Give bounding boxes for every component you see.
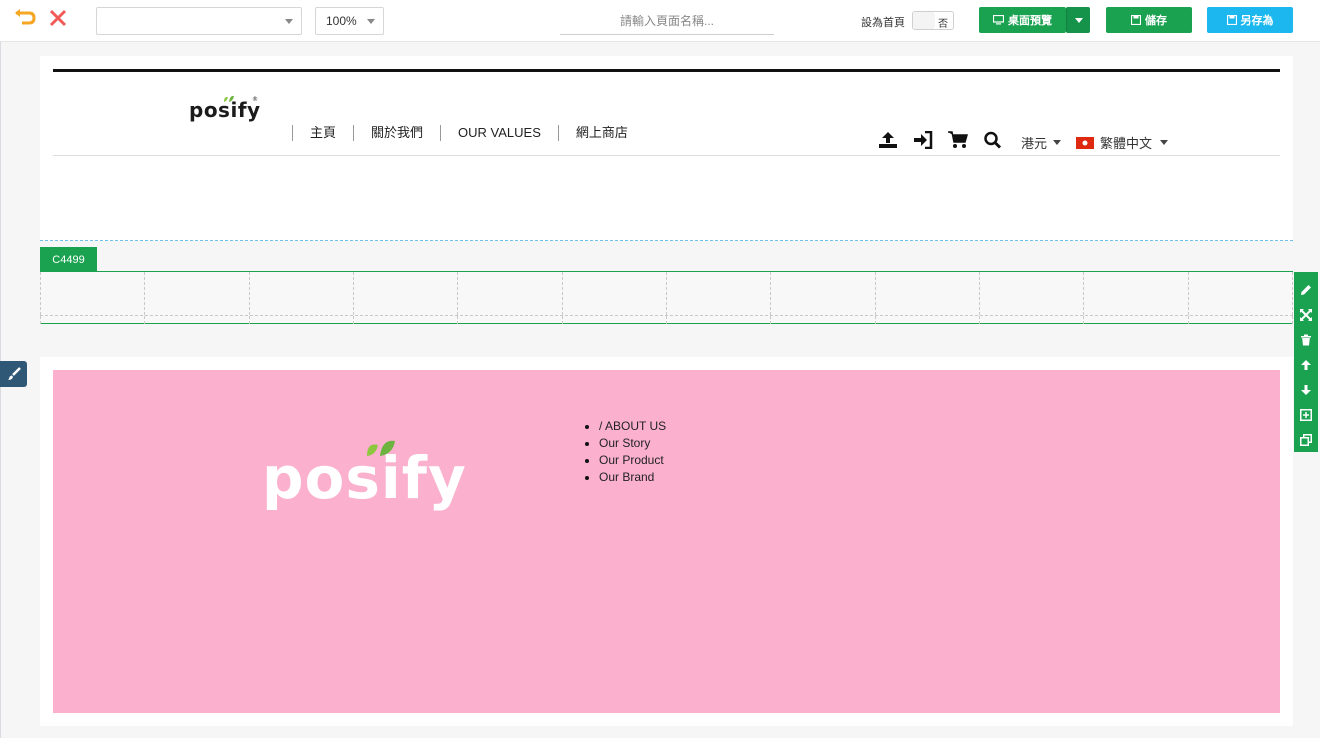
grid-column-tail: [354, 316, 459, 324]
zoom-value: 100%: [326, 14, 357, 28]
grid-column-tail: [145, 316, 250, 324]
grid-column[interactable]: [876, 272, 980, 315]
section-boundary: [40, 240, 1293, 241]
currency-select[interactable]: 港元: [1021, 133, 1062, 152]
footer-link-product[interactable]: Our Product: [585, 452, 666, 469]
row-columns-tail: [40, 316, 1293, 324]
sign-in-icon[interactable]: [912, 129, 934, 151]
undo-icon[interactable]: [13, 6, 37, 30]
currency-label: 港元: [1021, 136, 1048, 151]
nav-item-home[interactable]: 主頁: [292, 125, 353, 141]
footer-link-about[interactable]: / ABOUT US: [585, 418, 666, 435]
registered-mark: ®: [252, 96, 259, 103]
leaf-icon: [367, 440, 395, 456]
grid-column-tail: [563, 316, 667, 324]
nav-item-values[interactable]: OUR VALUES: [440, 125, 558, 141]
trash-icon[interactable]: [1296, 327, 1316, 352]
save-icon: [1131, 15, 1141, 25]
footer-links: / ABOUT US Our Story Our Product Our Bra…: [585, 418, 666, 486]
cart-icon[interactable]: [947, 129, 969, 151]
set-home-toggle[interactable]: 否: [912, 11, 954, 30]
save-as-label: 另存為: [1240, 15, 1274, 27]
paint-brush-icon[interactable]: [0, 361, 27, 387]
grid-column-tail: [771, 316, 876, 324]
preview-dropdown-button[interactable]: [1066, 7, 1090, 33]
monitor-icon: [993, 15, 1004, 25]
toggle-knob: [914, 13, 934, 28]
desktop-preview-button[interactable]: 桌面預覽: [979, 7, 1066, 33]
grid-column[interactable]: [1084, 272, 1189, 315]
grid-column-tail: [1084, 316, 1189, 324]
toggle-text: 否: [938, 19, 948, 30]
zoom-select[interactable]: 100%: [315, 7, 384, 35]
arrow-up-icon[interactable]: [1296, 352, 1316, 377]
arrow-down-icon[interactable]: [1296, 377, 1316, 402]
grid-column[interactable]: [458, 272, 563, 315]
row-columns: [40, 272, 1293, 316]
save-as-button[interactable]: 另存為: [1207, 7, 1293, 33]
close-icon[interactable]: [46, 6, 70, 30]
footer-link-brand[interactable]: Our Brand: [585, 469, 666, 486]
nav-item-shop[interactable]: 網上商店: [557, 125, 645, 141]
header-icons: [877, 129, 1017, 151]
editor-toolbar: 100% 設為首頁 否 桌面預覽 儲存 另存為: [0, 0, 1320, 42]
search-icon[interactable]: [982, 129, 1004, 151]
grid-column[interactable]: [980, 272, 1085, 315]
desktop-preview-label: 桌面預覽: [1008, 15, 1052, 27]
grid-column[interactable]: [563, 272, 667, 315]
grid-column-tail: [876, 316, 980, 324]
chevron-down-icon: [285, 19, 293, 24]
save-label: 儲存: [1145, 15, 1167, 27]
set-home-label: 設為首頁: [861, 17, 905, 29]
pencil-icon[interactable]: [1296, 277, 1316, 302]
grid-column[interactable]: [145, 272, 250, 315]
grid-column-tail: [458, 316, 563, 324]
hk-flag-icon: [1076, 136, 1094, 149]
footer-background: [53, 370, 1280, 713]
leaf-icon: [224, 95, 234, 102]
grid-column-tail: [40, 316, 146, 324]
page-select[interactable]: [96, 7, 302, 35]
grid-column[interactable]: [354, 272, 459, 315]
grid-column[interactable]: [667, 272, 772, 315]
row-id-tag[interactable]: C4499: [40, 247, 97, 272]
left-edge-divider: [0, 42, 1, 738]
plus-square-icon[interactable]: [1296, 402, 1316, 427]
chevron-down-icon: [367, 19, 375, 24]
language-select[interactable]: 繁體中文: [1076, 133, 1169, 152]
chevron-down-icon: [1053, 140, 1062, 145]
expand-icon[interactable]: [1296, 302, 1316, 327]
footer-logo[interactable]: posify: [262, 440, 467, 510]
header-bottom-divider: [53, 155, 1280, 156]
grid-column[interactable]: [250, 272, 354, 315]
language-label: 繁體中文: [1100, 136, 1153, 151]
grid-column-tail: [980, 316, 1085, 324]
save-as-icon: [1226, 15, 1237, 25]
row-tools: [1294, 272, 1318, 452]
upload-icon[interactable]: [877, 129, 899, 151]
page-name-input[interactable]: [560, 8, 774, 35]
grid-column[interactable]: [771, 272, 876, 315]
grid-column-tail: [250, 316, 354, 324]
header-top-bar: [53, 69, 1280, 72]
chevron-down-icon: [1160, 140, 1169, 145]
grid-column-tail: [667, 316, 772, 324]
header-logo[interactable]: posify ®: [189, 95, 261, 122]
nav-item-about[interactable]: 關於我們: [353, 125, 440, 141]
main-nav: 主頁 關於我們 OUR VALUES 網上商店: [292, 124, 645, 142]
save-button[interactable]: 儲存: [1106, 7, 1192, 33]
footer-link-story[interactable]: Our Story: [585, 435, 666, 452]
grid-column[interactable]: [1189, 272, 1293, 315]
selected-row[interactable]: [40, 271, 1293, 324]
grid-column[interactable]: [40, 272, 146, 315]
chevron-down-icon: [1074, 17, 1083, 23]
copy-icon[interactable]: [1296, 427, 1316, 452]
grid-column-tail: [1189, 316, 1293, 324]
